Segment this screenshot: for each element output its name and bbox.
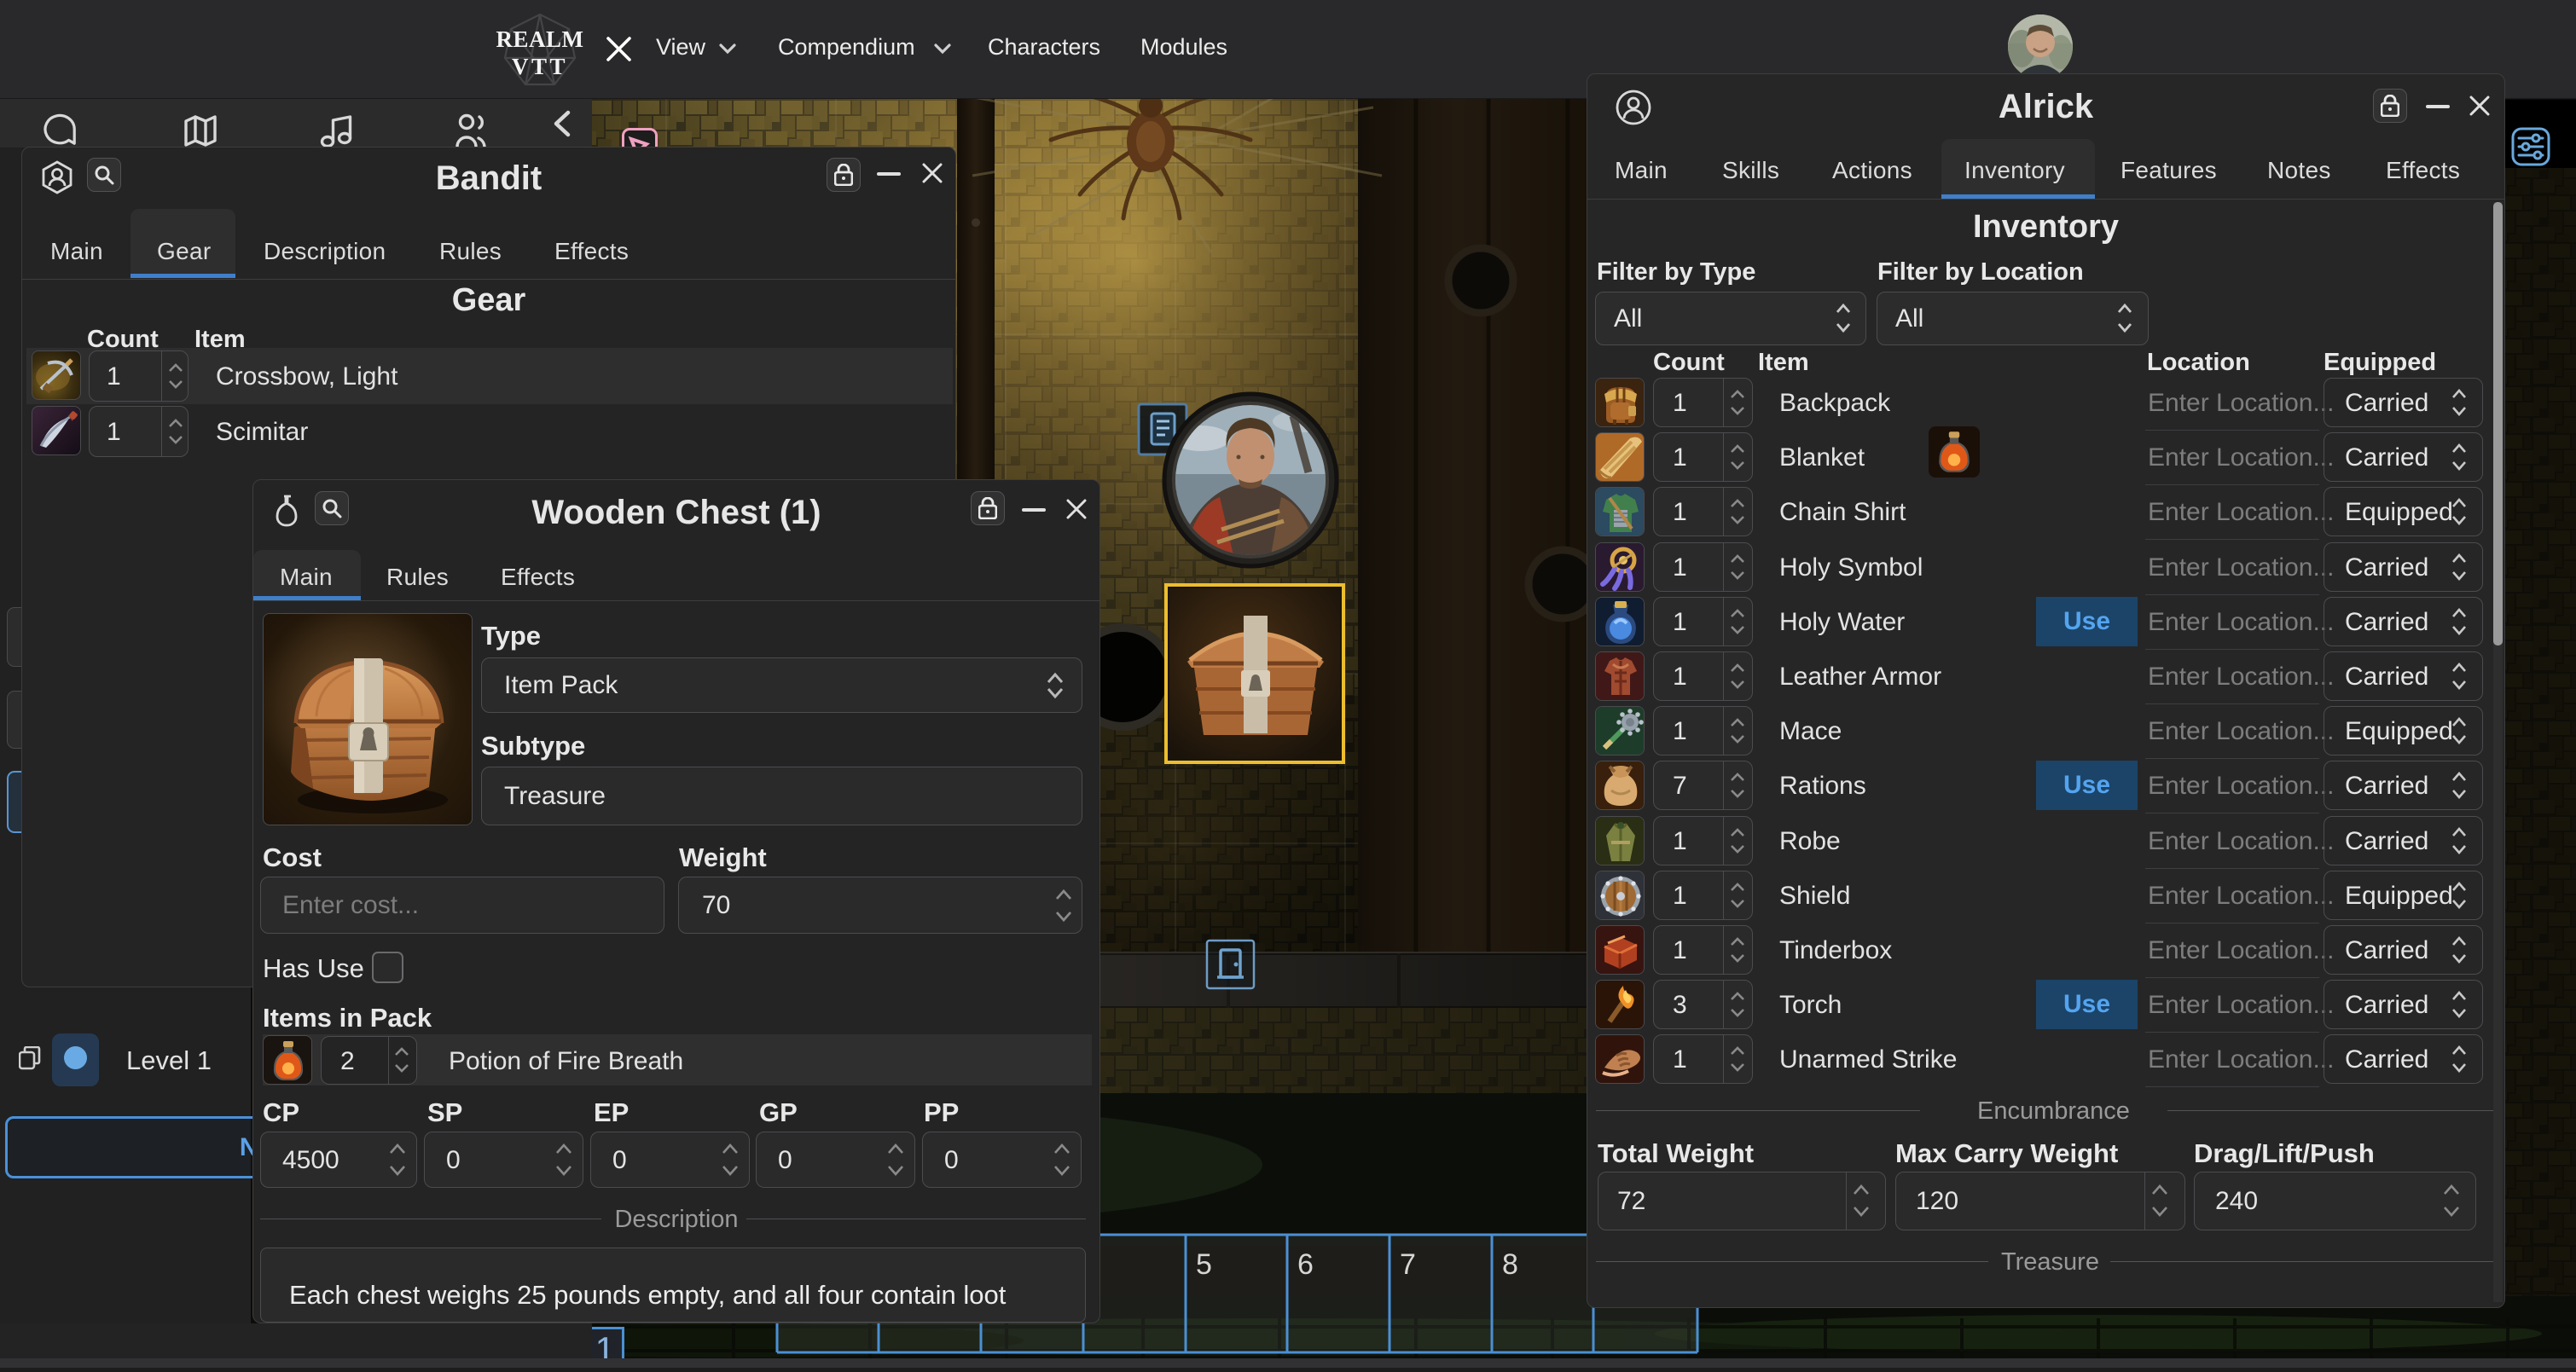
svg-text:5: 5 bbox=[1196, 1248, 1212, 1281]
svg-text:7: 7 bbox=[1400, 1248, 1416, 1281]
svg-text:6: 6 bbox=[1297, 1248, 1314, 1281]
svg-text:VTT: VTT bbox=[512, 54, 568, 79]
svg-text:8: 8 bbox=[1502, 1248, 1518, 1281]
svg-text:REALM: REALM bbox=[496, 26, 584, 52]
